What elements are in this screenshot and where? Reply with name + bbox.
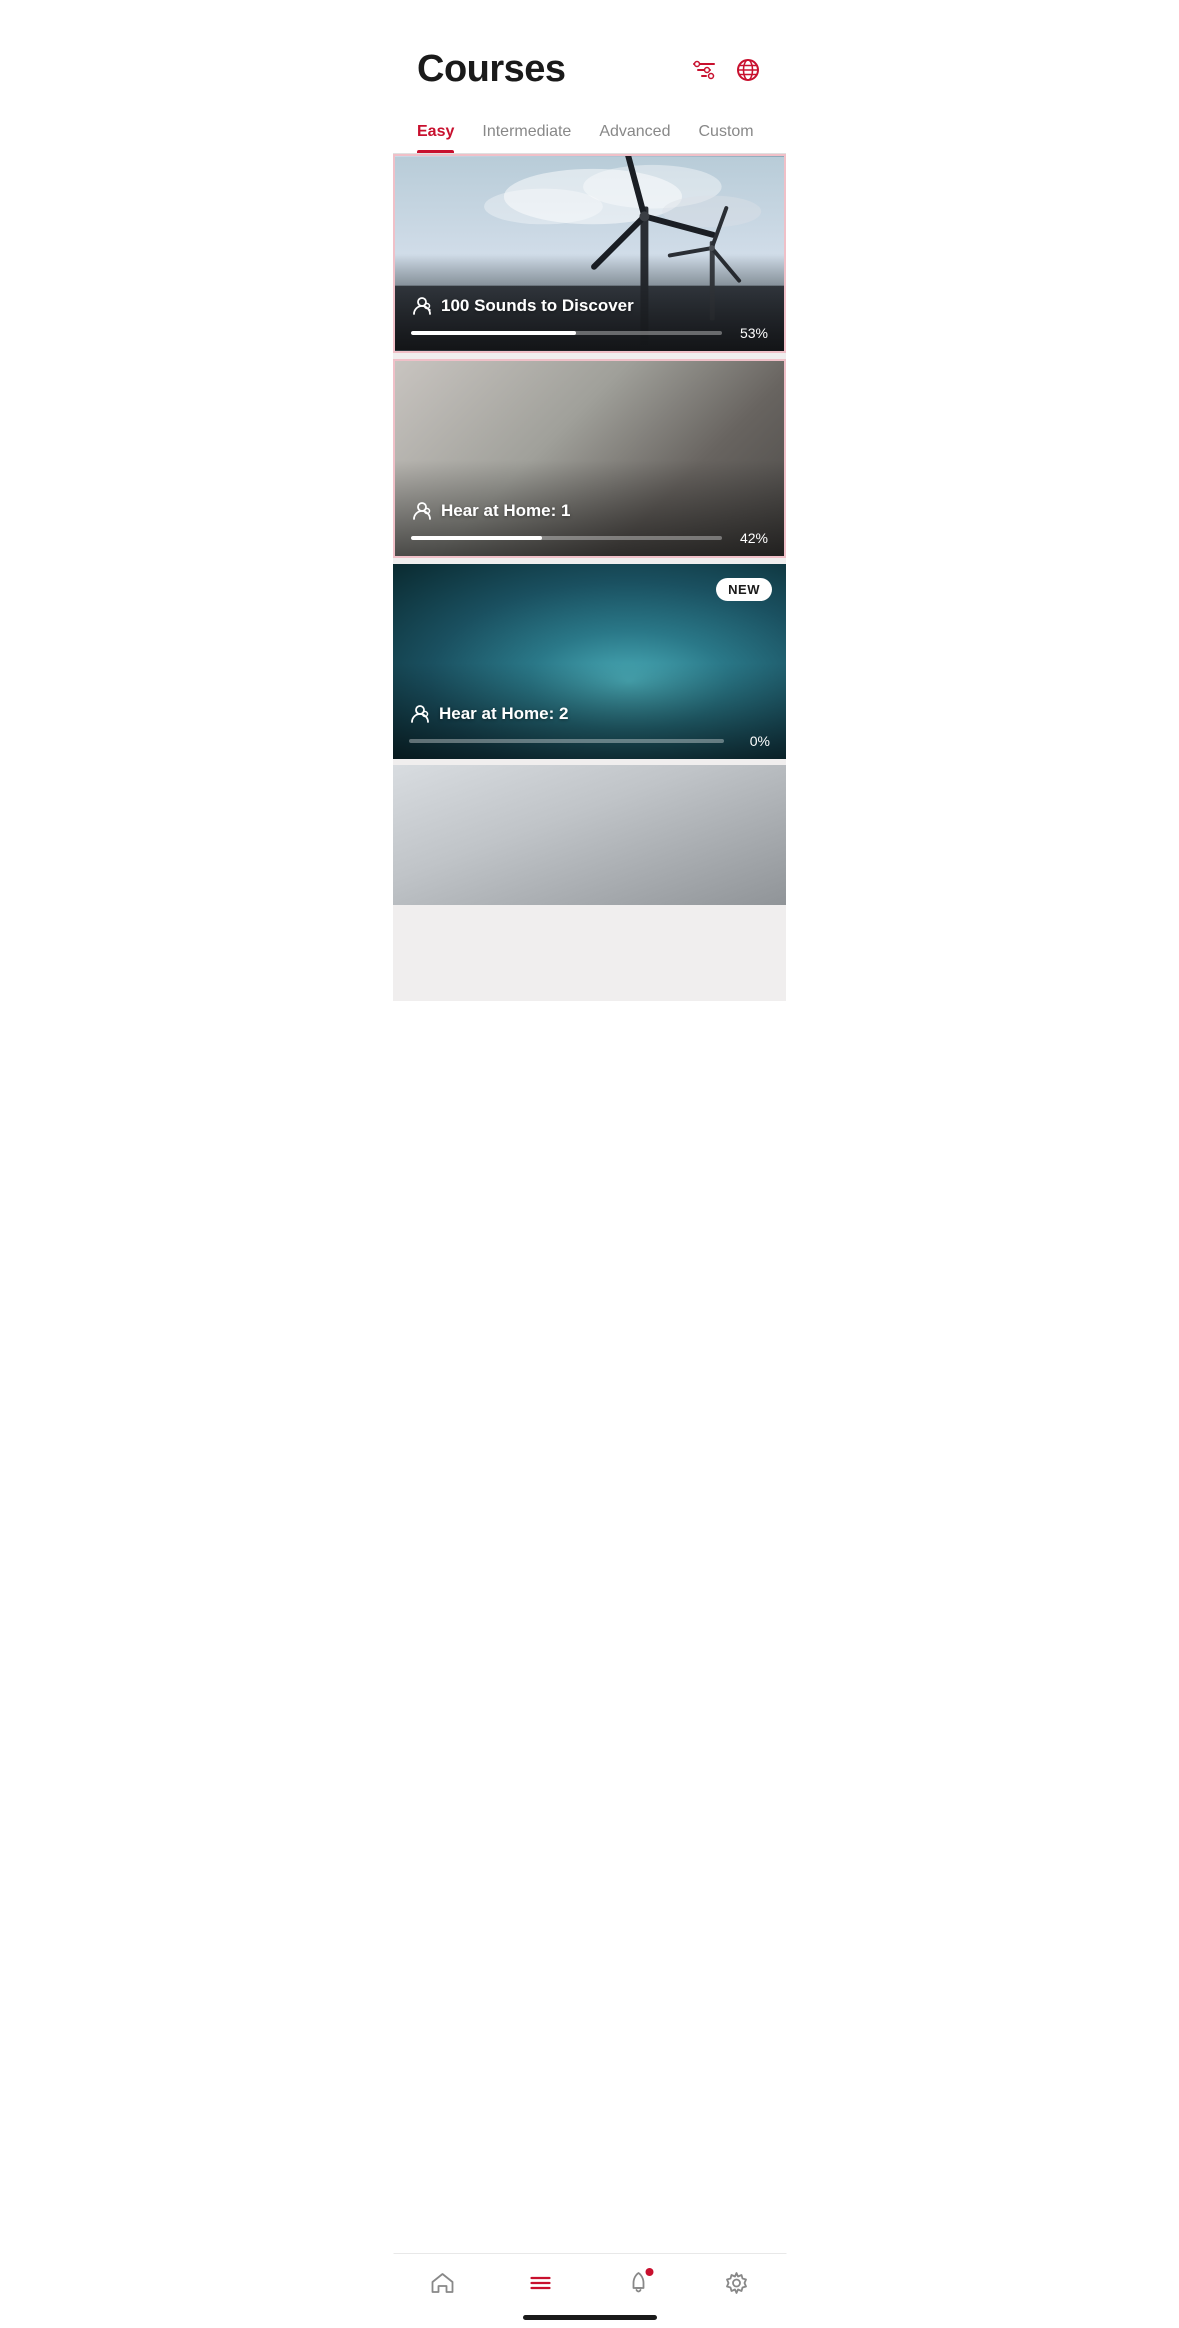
filter-button[interactable] <box>690 56 718 84</box>
home-bar <box>523 2315 657 2320</box>
person-icon <box>409 703 431 725</box>
progress-bar-fill <box>411 331 576 335</box>
person-icon <box>411 500 433 522</box>
course-title: Hear at Home: 1 <box>441 501 570 521</box>
card-title-row: 100 Sounds to Discover <box>411 295 768 317</box>
tab-easy[interactable]: Easy <box>417 115 454 153</box>
course-card[interactable]: Hear at Home: 1 42% <box>393 359 786 558</box>
tab-intermediate[interactable]: Intermediate <box>482 115 571 153</box>
card-title-row: Hear at Home: 2 <box>409 703 770 725</box>
course-title: 100 Sounds to Discover <box>441 296 634 316</box>
progress-label: 0% <box>734 733 770 749</box>
page-title: Courses <box>417 48 566 91</box>
nav-settings[interactable] <box>708 2266 766 2300</box>
home-icon <box>429 2270 455 2296</box>
header: Courses <box>393 0 786 107</box>
header-actions <box>690 56 762 84</box>
menu-icon <box>527 2270 553 2296</box>
course-card[interactable]: NEW Hear at Home: 2 0% <box>393 564 786 759</box>
person-icon <box>411 295 433 317</box>
nav-notifications[interactable] <box>610 2266 668 2300</box>
tabs-container: Easy Intermediate Advanced Custom <box>393 107 786 154</box>
progress-label: 42% <box>732 530 768 546</box>
progress-row: 42% <box>411 530 768 546</box>
progress-bar-background <box>411 536 722 540</box>
progress-bar-background <box>411 331 722 335</box>
filter-icon <box>690 56 718 84</box>
nav-home[interactable] <box>413 2266 471 2300</box>
progress-row: 0% <box>409 733 770 749</box>
course-card[interactable]: 100 Sounds to Discover 53% <box>393 154 786 353</box>
progress-bar-background <box>409 739 724 743</box>
tab-advanced[interactable]: Advanced <box>599 115 670 153</box>
globe-icon <box>734 56 762 84</box>
progress-bar-fill <box>411 536 542 540</box>
courses-list: 100 Sounds to Discover 53% <box>393 154 786 1001</box>
card-overlay: Hear at Home: 2 0% <box>393 663 786 759</box>
progress-row: 53% <box>411 325 768 341</box>
notification-dot <box>646 2268 654 2276</box>
settings-icon <box>724 2270 750 2296</box>
tab-custom[interactable]: Custom <box>698 115 753 153</box>
progress-label: 53% <box>732 325 768 341</box>
course-title: Hear at Home: 2 <box>439 704 568 724</box>
course-thumbnail <box>393 765 786 905</box>
course-card[interactable] <box>393 765 786 905</box>
globe-button[interactable] <box>734 56 762 84</box>
card-overlay: 100 Sounds to Discover 53% <box>395 255 784 351</box>
new-badge: NEW <box>716 578 772 601</box>
tunnel-illustration <box>393 765 786 905</box>
card-overlay: Hear at Home: 1 42% <box>395 460 784 556</box>
card-title-row: Hear at Home: 1 <box>411 500 768 522</box>
nav-menu[interactable] <box>511 2266 569 2300</box>
